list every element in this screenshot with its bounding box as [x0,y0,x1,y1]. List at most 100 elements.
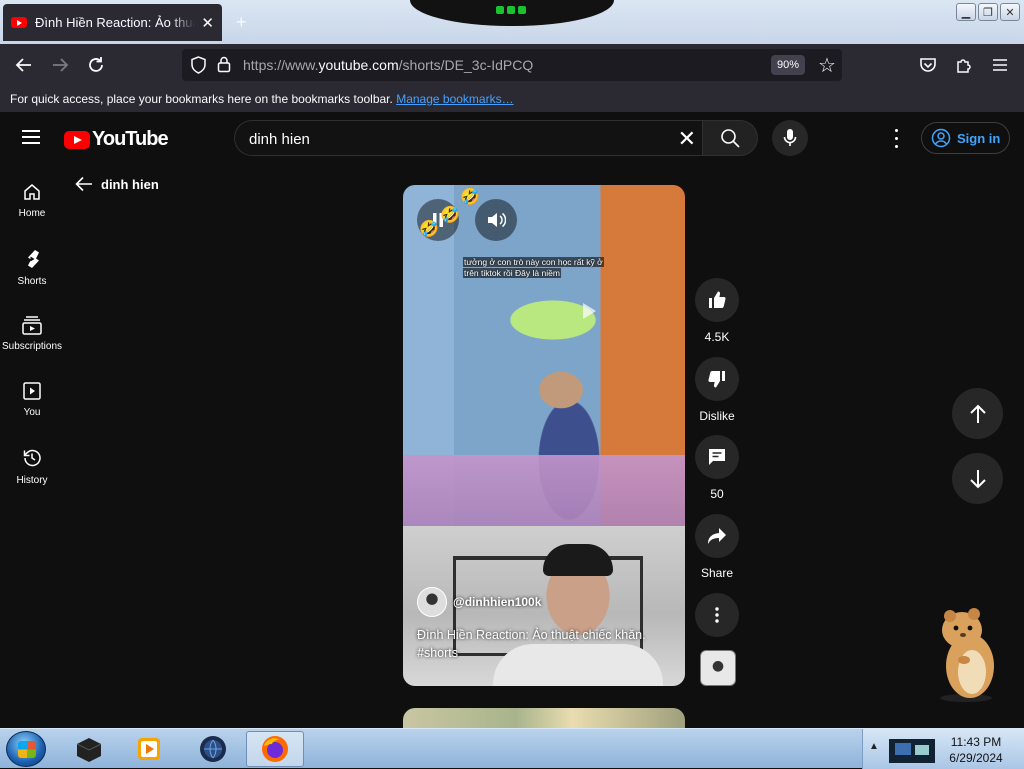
arrow-left-icon [15,58,31,72]
taskbar-app-terminal[interactable] [60,731,118,767]
youtube-wordmark: YouTube [92,128,169,150]
share-label: Share [700,566,734,580]
clock-date: 6/29/2024 [949,751,1003,765]
app-menu-button[interactable] [988,53,1012,77]
volume-icon [488,212,506,228]
share-button[interactable] [695,514,739,558]
laughing-emoji: 🤣 [440,207,460,224]
browser-tab-active[interactable]: Đình Hiền Reaction:⁠ Ảo thuật chiếc khăn… [3,4,222,41]
pocket-button[interactable] [916,53,940,77]
share-action: Share [695,514,739,580]
minimize-button[interactable]: ▁ [956,3,976,21]
comment-icon [709,449,725,465]
browser-navbar: https://www.youtube.com/shorts/DE_3c-IdP… [0,44,1024,86]
taskbar-app-globe[interactable] [184,731,242,767]
globe-app-icon [200,736,226,762]
reload-button[interactable] [84,53,108,77]
dislike-button[interactable] [695,357,739,401]
pocket-icon [920,58,936,72]
channel-info[interactable]: @dinhhien100k [417,587,541,617]
sidebar-item-home[interactable]: Home [0,182,64,219]
lock-icon[interactable] [217,56,231,78]
channel-avatar[interactable] [417,587,447,617]
more-options-button[interactable] [695,593,739,637]
youtube-logo[interactable]: YouTube [64,128,169,151]
sidebar-item-history[interactable]: History [0,447,64,486]
caption-line-2: trên tiktok rồi Đây là niềm [463,268,561,278]
extensions-button[interactable] [952,53,976,77]
restore-button[interactable]: ❐ [978,3,998,21]
window-controls: ▁ ❐ ✕ [956,3,1020,21]
video-title[interactable]: Đình Hiền Reaction:⁠ Ảo thuật chiếc khăn… [417,626,667,662]
url-text[interactable]: https://www.youtube.com/shorts/DE_3c-IdP… [243,57,533,73]
zoom-level-button[interactable]: 90% [771,55,806,75]
guide-menu-button[interactable] [22,130,40,144]
tab-close-icon[interactable]: ✕ [201,14,214,32]
dislike-action: Dislike [695,357,739,423]
play-overlay-icon [583,303,596,319]
sidebar-item-subscriptions[interactable]: Subscriptions [0,315,64,352]
youtube-play-logo-icon [64,130,90,149]
back-button[interactable] [12,53,36,77]
clear-search-icon[interactable]: ✕ [678,126,696,152]
bookmark-star-icon[interactable]: ☆ [818,53,836,78]
dislike-label: Dislike [699,409,735,423]
forward-button[interactable] [48,53,72,77]
network-monitor-icon[interactable] [887,735,937,765]
search-input[interactable] [249,128,669,150]
like-action: 4.5K [695,278,739,344]
volume-button[interactable] [475,199,517,241]
video-caption: tưởng ở con trò này con học rất kỹ ở trê… [463,257,623,279]
next-short-button[interactable] [952,453,1003,504]
search-button[interactable] [702,120,758,156]
close-window-button[interactable]: ✕ [1000,3,1020,21]
taskbar-app-firefox[interactable] [246,731,304,767]
bookmarks-message: For quick access, place your bookmarks h… [10,92,393,106]
hashtag-link[interactable]: #shorts [417,646,458,660]
you-icon [23,382,41,400]
voice-search-button[interactable] [772,120,808,156]
comments-button[interactable] [695,435,739,479]
video-title-text: Đình Hiền Reaction:⁠ Ảo thuật chiếc khăn… [417,628,646,642]
taskbar-app-media-player[interactable] [120,731,178,767]
search-icon [721,129,740,148]
comments-action: 50 [695,435,739,501]
hamburger-menu-icon [993,59,1007,71]
laughing-emoji: 🤣 [460,189,480,206]
like-button[interactable] [695,278,739,322]
sign-in-button[interactable]: Sign in [921,122,1010,154]
like-count: 4.5K [704,330,730,344]
caption-line-1: tưởng ở con trò này con học rất kỹ ở [463,257,604,267]
previous-short-button[interactable] [952,388,1003,439]
settings-more-button[interactable] [886,126,906,150]
more-action [695,593,739,637]
start-button[interactable] [6,731,46,767]
sidebar-item-shorts[interactable]: Shorts [0,248,64,287]
tab-title: Đình Hiền Reaction:⁠ Ảo thuật chiếc khăn [35,15,195,30]
shorts-video-player[interactable]: 🤣 🤣 🤣 tưởng ở con trò này con học rất kỹ… [403,185,685,686]
sound-source-thumbnail[interactable] [700,650,736,686]
search-box: ✕ [234,120,702,156]
sidebar-item-label: Shorts [17,276,47,287]
new-tab-button[interactable]: + [236,12,247,33]
history-icon [23,449,41,467]
arrow-up-icon [969,404,986,423]
url-scheme: https://www. [243,57,319,73]
arrow-down-icon [969,469,986,488]
show-hidden-icons-icon[interactable]: ▲ [869,741,879,752]
sidebar-item-you[interactable]: You [0,381,64,418]
back-to-search-button[interactable]: dinh hien [75,176,159,192]
channel-handle[interactable]: @dinhhien100k [453,595,541,609]
search-query-label: dinh hien [101,176,159,192]
share-arrow-icon [708,528,726,544]
tracking-shield-icon[interactable] [190,56,207,79]
url-bar[interactable]: https://www.youtube.com/shorts/DE_3c-IdP… [182,49,842,81]
clock-time: 11:43 PM [950,735,1002,749]
manage-bookmarks-link[interactable]: Manage bookmarks… [396,92,513,106]
youtube-header: YouTube ✕ Sign in [0,112,1024,166]
bookmarks-toolbar: For quick access, place your bookmarks h… [0,86,1024,112]
taskbar-clock[interactable]: 11:43 PM 6/29/2024 [941,734,1011,766]
reload-icon [89,57,103,72]
thumbs-up-icon [709,291,726,308]
arrow-right-icon [53,58,69,72]
